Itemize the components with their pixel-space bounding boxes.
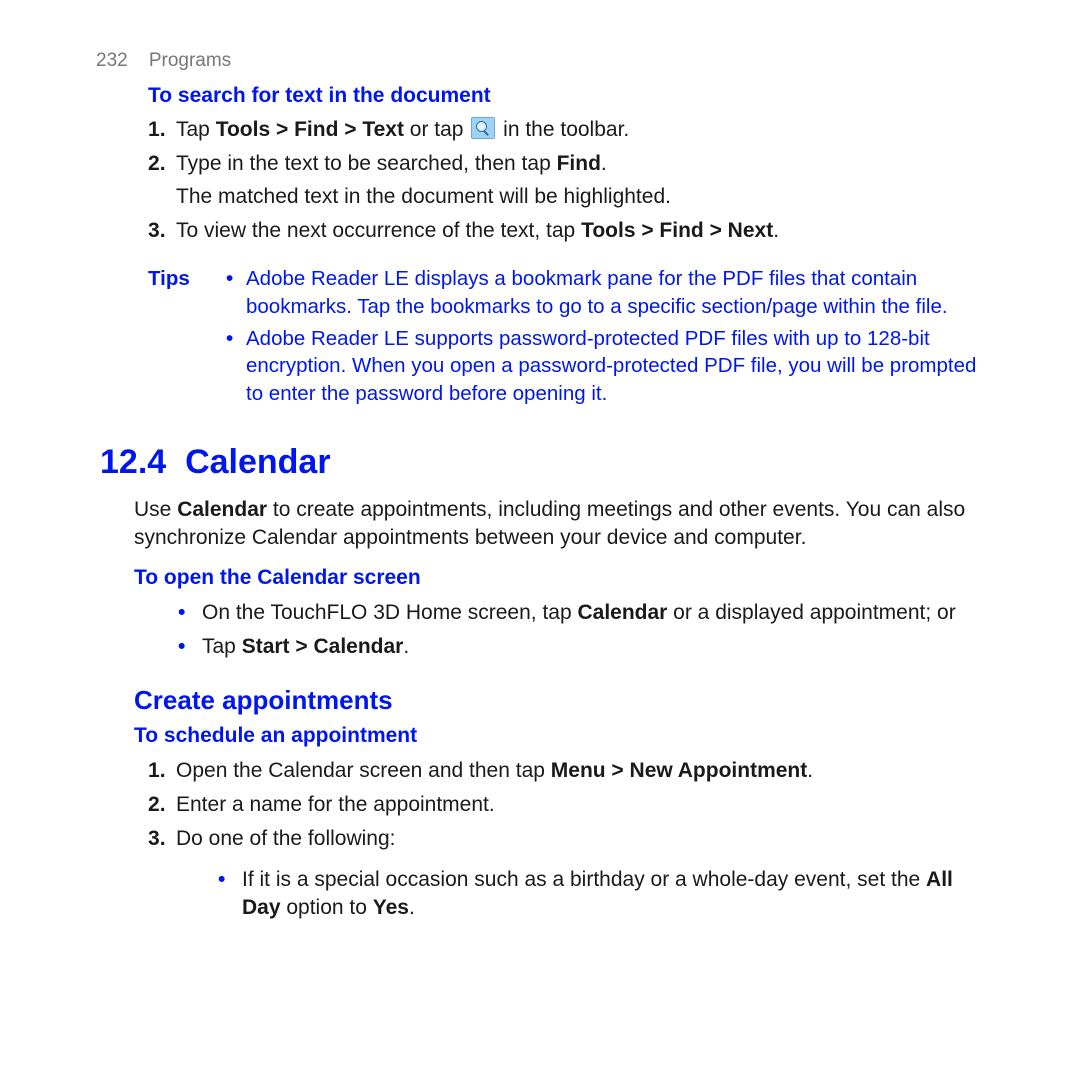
find-toolbar-icon — [471, 117, 495, 139]
step-command: Tools > Find > Next — [581, 219, 773, 242]
list-item: Open the Calendar screen and then tap Me… — [148, 755, 992, 789]
list-item: On the TouchFLO 3D Home screen, tap Cale… — [178, 597, 992, 631]
tip-text: Adobe Reader LE supports password-protec… — [246, 327, 976, 405]
subheading-search-text: To search for text in the document — [148, 82, 992, 110]
step-text: Open the Calendar screen and then tap — [176, 759, 551, 782]
list-item: Tap Tools > Find > Text or tap in the to… — [148, 114, 992, 148]
schedule-steps-list: Open the Calendar screen and then tap Me… — [148, 755, 992, 858]
step-text: . — [601, 152, 607, 175]
calendar-intro: Use Calendar to create appointments, inc… — [134, 496, 992, 553]
step-text: Enter a name for the appointment. — [176, 793, 495, 816]
step-text: or tap — [404, 118, 469, 141]
step-text: Type in the text to be searched, then ta… — [176, 152, 557, 175]
bullet-command: Start > Calendar — [242, 635, 404, 658]
bullet-text: or a displayed appointment; or — [667, 601, 955, 624]
page-header: 232 Programs — [96, 48, 992, 74]
list-item: Type in the text to be searched, then ta… — [148, 148, 992, 215]
intro-text: Use — [134, 498, 177, 521]
list-item: Adobe Reader LE displays a bookmark pane… — [226, 263, 992, 322]
step-text: Do one of the following: — [176, 827, 395, 850]
tips-block: Tips Adobe Reader LE displays a bookmark… — [148, 263, 992, 409]
step-text: To view the next occurrence of the text,… — [176, 219, 581, 242]
bullet-term: Calendar — [577, 601, 667, 624]
step-command: Menu > New Appointment — [551, 759, 807, 782]
subheading-schedule-appointment: To schedule an appointment — [134, 722, 992, 750]
step-text: . — [773, 219, 779, 242]
list-item: Do one of the following: — [148, 823, 992, 857]
subheading-open-calendar: To open the Calendar screen — [134, 564, 992, 592]
bullet-text: . — [403, 635, 409, 658]
document-page: 232 Programs To search for text in the d… — [0, 0, 1080, 1080]
tips-label: Tips — [148, 263, 226, 409]
step-text: Tap — [176, 118, 216, 141]
step-text: in the toolbar. — [497, 118, 629, 141]
intro-term: Calendar — [177, 498, 267, 521]
subbullet-text: . — [409, 896, 415, 919]
step-command: Find — [557, 152, 601, 175]
section-heading-calendar: 12.4 Calendar — [100, 440, 992, 486]
step-text: . — [807, 759, 813, 782]
tip-text: Adobe Reader LE displays a bookmark pane… — [246, 267, 948, 318]
bullet-text: On the TouchFLO 3D Home screen, tap — [202, 601, 577, 624]
list-item: If it is a special occasion such as a bi… — [218, 864, 992, 927]
search-steps-list: Tap Tools > Find > Text or tap in the to… — [148, 114, 992, 249]
tips-list: Adobe Reader LE displays a bookmark pane… — [226, 263, 992, 409]
subsection-create-appointments: Create appointments — [134, 683, 992, 718]
page-number: 232 — [96, 50, 128, 71]
list-item: Tap Start > Calendar. — [178, 631, 992, 665]
subbullet-text: If it is a special occasion such as a bi… — [242, 868, 926, 891]
step-command: Tools > Find > Text — [216, 118, 404, 141]
subbullet-term: Yes — [373, 896, 409, 919]
list-item: Enter a name for the appointment. — [148, 789, 992, 823]
bullet-text: Tap — [202, 635, 242, 658]
list-item: Adobe Reader LE supports password-protec… — [226, 323, 992, 410]
schedule-sub-list: If it is a special occasion such as a bi… — [218, 864, 992, 927]
page-section-label: Programs — [149, 50, 231, 71]
step-note: The matched text in the document will be… — [176, 179, 992, 211]
list-item: To view the next occurrence of the text,… — [148, 215, 992, 249]
open-calendar-list: On the TouchFLO 3D Home screen, tap Cale… — [178, 597, 992, 666]
subbullet-text: option to — [281, 896, 373, 919]
